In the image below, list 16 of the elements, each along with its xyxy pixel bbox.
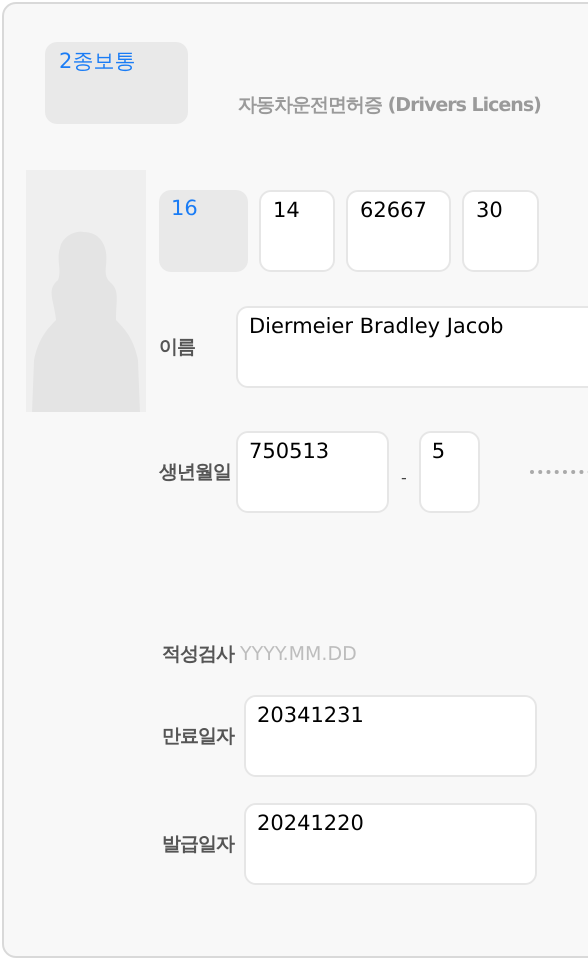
license-number-field[interactable]: 62667 bbox=[346, 190, 451, 272]
birth-date-field[interactable]: 750513 bbox=[236, 431, 389, 513]
field-label: 만료일자 bbox=[162, 724, 236, 749]
field-label: 발급일자 bbox=[162, 832, 236, 857]
license-number-field[interactable]: 14 bbox=[259, 190, 335, 272]
aptitude-date-field[interactable]: YYYY.MM.DD bbox=[240, 643, 400, 665]
license-number-field[interactable]: 30 bbox=[462, 190, 539, 272]
separator-text: - bbox=[401, 468, 407, 486]
id-digit-field[interactable]: 5 bbox=[418, 431, 480, 513]
card-title: 자동차운전면허증 (Drivers Licens) bbox=[238, 93, 541, 118]
field-label: 생년월일 bbox=[159, 460, 232, 485]
field-label: 이름 bbox=[159, 335, 196, 360]
issue-date-field[interactable]: 20241220 bbox=[244, 803, 537, 885]
field-label: 적성검사 bbox=[162, 642, 236, 667]
expiry-date-field[interactable]: 20341231 bbox=[244, 695, 537, 777]
name-field[interactable]: Diermeier Bradley Jacob bbox=[236, 306, 588, 388]
